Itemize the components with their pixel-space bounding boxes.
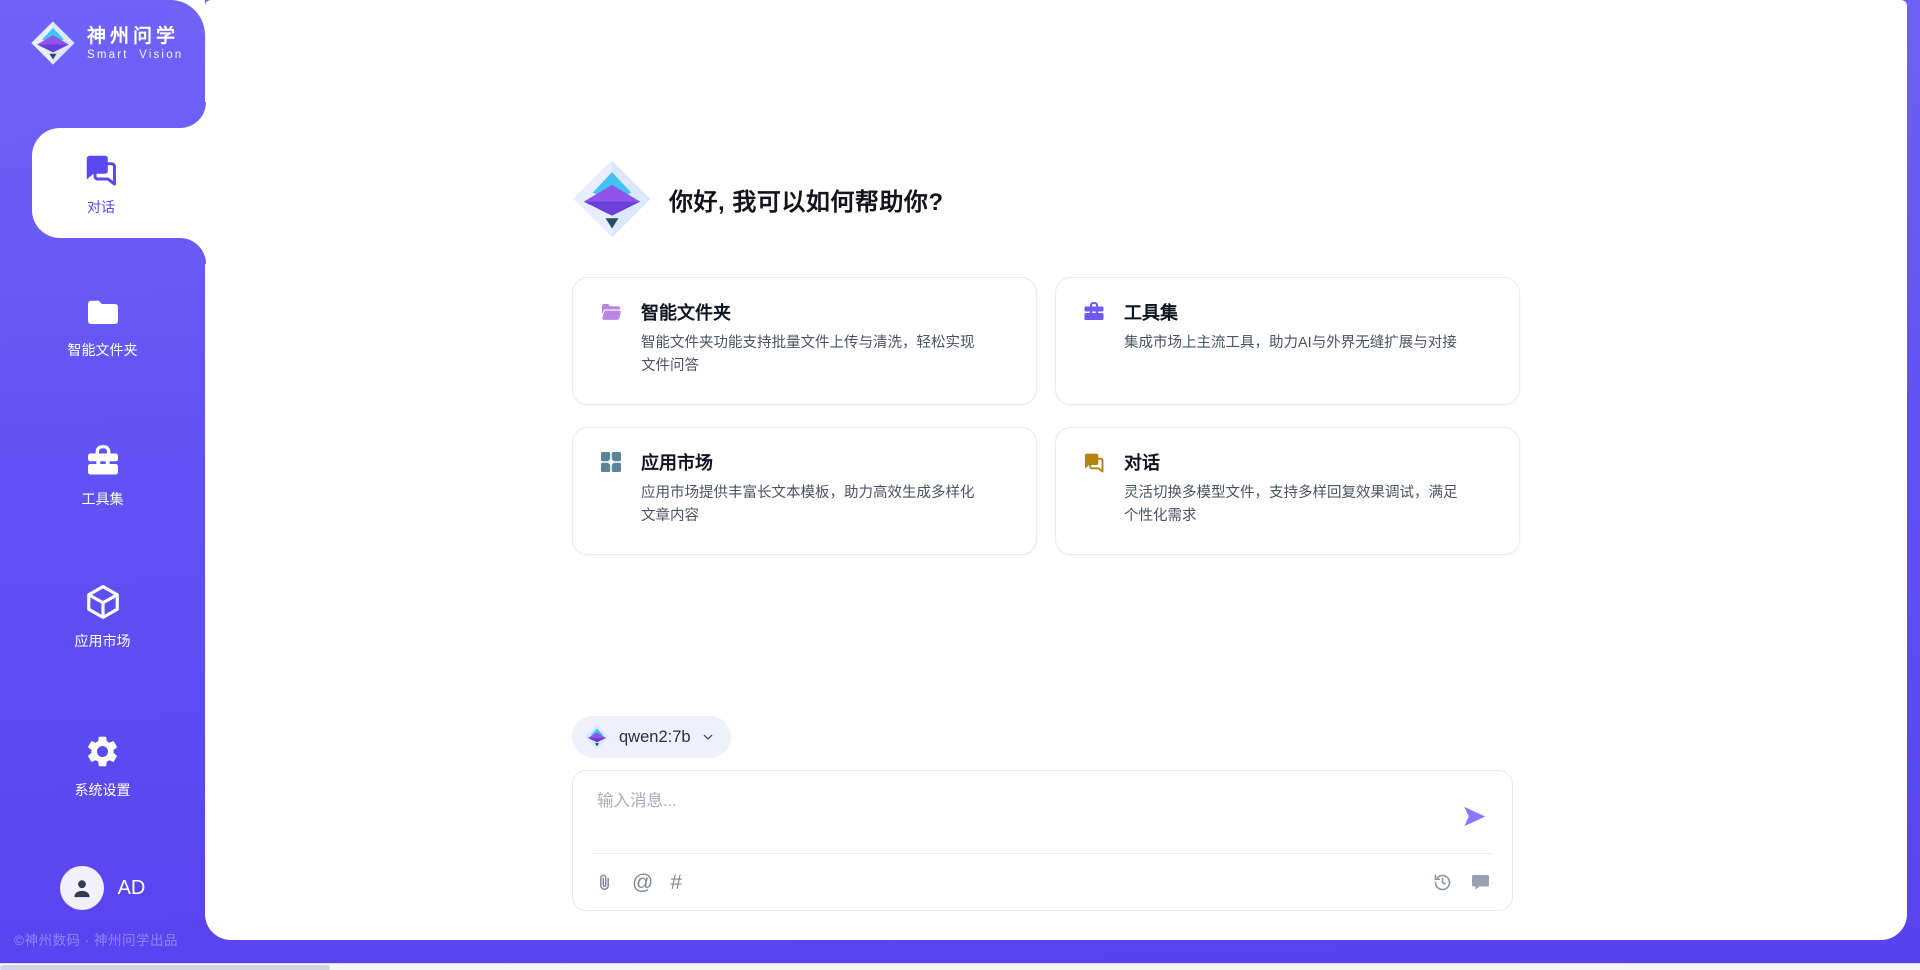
gear-icon bbox=[84, 733, 121, 770]
chevron-down-icon bbox=[700, 729, 716, 745]
avatar bbox=[60, 866, 104, 910]
folder-icon bbox=[85, 294, 121, 330]
sidebar-item-label: 系统设置 bbox=[75, 780, 131, 800]
card-smart-folders[interactable]: 智能文件夹 智能文件夹功能支持批量文件上传与清洗，轻松实现文件问答 bbox=[572, 277, 1037, 405]
chat-icon bbox=[82, 150, 120, 188]
brand-subtitle: Smart Vision bbox=[87, 49, 183, 61]
sidebar-item-smart-folders[interactable]: 智能文件夹 bbox=[0, 294, 205, 360]
composer-toolbar: @ # bbox=[573, 854, 1512, 910]
attachment-icon[interactable] bbox=[594, 872, 615, 893]
feature-cards: 智能文件夹 智能文件夹功能支持批量文件上传与清洗，轻松实现文件问答 工具集 集成… bbox=[572, 277, 1520, 555]
card-description: 灵活切换多模型文件，支持多样回复效果调试，满足个性化需求 bbox=[1124, 482, 1458, 528]
model-selector[interactable]: qwen2:7b bbox=[572, 716, 731, 758]
sidebar-item-label: 应用市场 bbox=[75, 631, 131, 651]
chat-bubble-icon[interactable] bbox=[1470, 872, 1491, 893]
cube-icon bbox=[84, 583, 122, 621]
brand-name: 神州问学 bbox=[87, 25, 183, 49]
sidebar-item-toolset[interactable]: 工具集 bbox=[0, 443, 205, 509]
user-name: AD bbox=[118, 877, 146, 900]
card-app-market[interactable]: 应用市场 应用市场提供丰富长文本模板，助力高效生成多样化文章内容 bbox=[572, 427, 1037, 555]
tab-fillet-top bbox=[180, 102, 206, 128]
grid-cube-icon bbox=[599, 450, 623, 474]
model-name: qwen2:7b bbox=[619, 728, 691, 747]
brand-diamond-logo-icon bbox=[30, 20, 76, 66]
tab-fillet-bottom bbox=[180, 238, 206, 264]
card-title: 智能文件夹 bbox=[641, 299, 731, 325]
brand-text: 神州问学 Smart Vision bbox=[87, 25, 183, 61]
briefcase-icon bbox=[1082, 300, 1106, 324]
chat-icon bbox=[1082, 450, 1106, 474]
copyright-footer: ©神州数码 · 神州问学出品 bbox=[14, 929, 178, 949]
mention-icon[interactable]: @ bbox=[632, 872, 653, 893]
message-input[interactable] bbox=[597, 787, 1449, 853]
card-title: 应用市场 bbox=[641, 449, 713, 475]
horizontal-scrollbar[interactable] bbox=[0, 965, 330, 970]
person-icon bbox=[70, 876, 94, 900]
greeting-row: 你好, 我可以如何帮助你? bbox=[571, 158, 944, 240]
sidebar-item-chat[interactable]: 对话 bbox=[32, 128, 206, 238]
brand: 神州问学 Smart Vision bbox=[30, 20, 183, 66]
sidebar-item-label: 工具集 bbox=[82, 489, 124, 509]
sidebar-item-label: 对话 bbox=[87, 197, 115, 217]
card-toolset[interactable]: 工具集 集成市场上主流工具，助力AI与外界无缝扩展与对接 bbox=[1055, 277, 1520, 405]
message-composer: @ # bbox=[572, 770, 1513, 911]
card-title: 工具集 bbox=[1124, 299, 1178, 325]
card-description: 智能文件夹功能支持批量文件上传与清洗，轻松实现文件问答 bbox=[641, 332, 975, 378]
send-icon[interactable] bbox=[1461, 803, 1488, 830]
history-icon[interactable] bbox=[1432, 872, 1453, 893]
sidebar-item-label: 智能文件夹 bbox=[68, 340, 138, 360]
model-diamond-logo-icon bbox=[584, 724, 610, 750]
sidebar-item-settings[interactable]: 系统设置 bbox=[0, 733, 205, 800]
assistant-diamond-logo-icon bbox=[571, 158, 653, 240]
card-title: 对话 bbox=[1124, 449, 1160, 475]
card-description: 集成市场上主流工具，助力AI与外界无缝扩展与对接 bbox=[1124, 332, 1458, 355]
window-bottom-strip bbox=[0, 963, 1920, 970]
folder-open-icon bbox=[599, 300, 623, 324]
user-profile[interactable]: AD bbox=[0, 866, 205, 910]
toolbox-icon bbox=[85, 443, 121, 479]
greeting-title: 你好, 我可以如何帮助你? bbox=[669, 182, 944, 217]
card-description: 应用市场提供丰富长文本模板，助力高效生成多样化文章内容 bbox=[641, 482, 975, 528]
hashtag-icon[interactable]: # bbox=[670, 872, 682, 893]
card-chat[interactable]: 对话 灵活切换多模型文件，支持多样回复效果调试，满足个性化需求 bbox=[1055, 427, 1520, 555]
app-window: 神州问学 Smart Vision 对话 智能文件夹 工具集 bbox=[0, 0, 1920, 970]
sidebar-item-app-market[interactable]: 应用市场 bbox=[0, 583, 205, 651]
